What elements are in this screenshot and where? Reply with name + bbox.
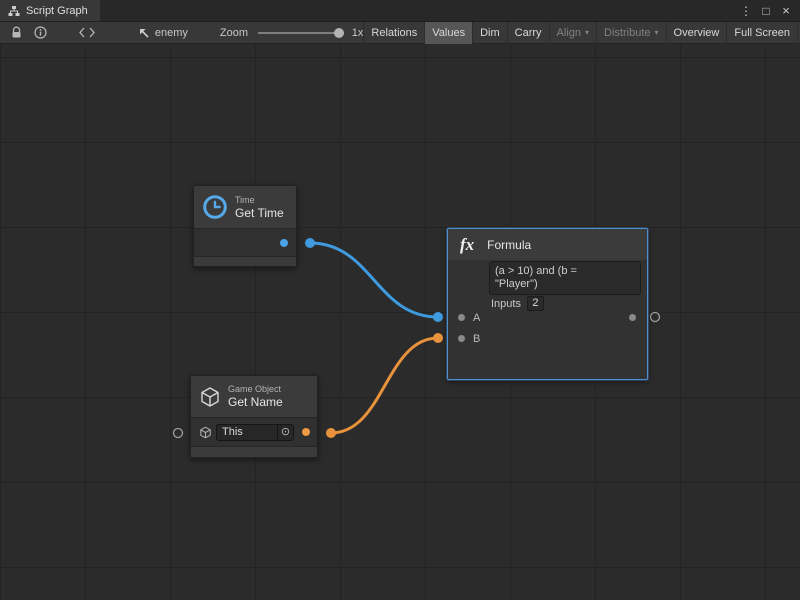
node-footer <box>191 446 317 457</box>
fx-icon: fx <box>456 235 474 255</box>
window-titlebar: Script Graph ⋮ □ × <box>0 0 800 22</box>
toolbar-button-overview[interactable]: Overview <box>666 22 727 44</box>
zoom-label: Zoom <box>220 27 248 39</box>
graph-breadcrumb[interactable]: enemy <box>138 27 188 39</box>
chevron-down-icon: ▾ <box>655 28 659 37</box>
graph-canvas[interactable]: Time Get Time fx Formula (a > 10) and (b… <box>0 44 800 600</box>
port-a-label: A <box>473 312 480 324</box>
gettime-output-port[interactable] <box>280 239 288 247</box>
formula-input-a-port[interactable] <box>458 314 465 321</box>
node-category: Time <box>235 195 284 206</box>
formula-expression-field[interactable]: (a > 10) and (b = "Player") <box>489 261 641 295</box>
node-title: Get Time <box>235 206 284 220</box>
node-get-name-body: This ⊙ <box>191 418 317 446</box>
wire-getname-to-formula-b[interactable] <box>331 338 438 433</box>
getname-target-cap[interactable] <box>174 429 183 438</box>
game-object-cube-icon <box>199 386 221 408</box>
zoom-slider-handle[interactable] <box>334 28 344 38</box>
formula-output-cap[interactable] <box>651 313 660 322</box>
script-graph-icon <box>8 5 20 17</box>
target-object-field[interactable]: This ⊙ <box>216 424 294 441</box>
window-controls: ⋮ □ × <box>738 0 800 21</box>
node-title: Formula <box>487 238 531 252</box>
window-close-icon[interactable]: × <box>778 1 794 21</box>
window-menu-icon[interactable]: ⋮ <box>738 1 754 21</box>
toolbar-button-dim[interactable]: Dim <box>472 22 507 44</box>
lock-icon[interactable] <box>8 22 26 44</box>
toolbar-button-group: Relations Values Dim Carry Align ▾ Distr… <box>363 22 798 44</box>
formula-inputs-row: Inputs 2 <box>491 296 544 311</box>
zoom-slider[interactable] <box>258 22 344 44</box>
node-formula[interactable]: fx Formula (a > 10) and (b = "Player") I… <box>447 228 648 380</box>
zoom-value: 1x <box>352 27 364 39</box>
node-footer <box>194 256 296 266</box>
toolbar-button-distribute[interactable]: Distribute ▾ <box>596 22 665 44</box>
toolbar-button-relations[interactable]: Relations <box>363 22 424 44</box>
tab-title: Script Graph <box>26 5 88 17</box>
toolbar-button-values[interactable]: Values <box>424 22 472 44</box>
graph-pointer-icon <box>138 27 150 39</box>
node-get-time-body <box>194 229 296 256</box>
node-formula-header: fx Formula <box>448 229 647 260</box>
toolbar-button-fullscreen[interactable]: Full Screen <box>726 22 798 44</box>
chevron-down-icon: ▾ <box>585 28 589 37</box>
getname-output-port[interactable] <box>302 428 310 436</box>
node-category: Game Object <box>228 384 283 395</box>
clock-icon <box>202 194 228 220</box>
node-get-name[interactable]: Game Object Get Name This ⊙ <box>190 375 318 458</box>
window-maximize-icon[interactable]: □ <box>758 1 774 21</box>
wires-layer <box>0 44 800 600</box>
formula-input-b-port[interactable] <box>458 335 465 342</box>
small-cube-icon <box>199 426 212 439</box>
script-graph-window: Script Graph ⋮ □ × <box>0 0 800 600</box>
target-object-value: This <box>217 425 277 440</box>
inputs-count-field[interactable]: 2 <box>527 296 544 311</box>
node-get-time-header: Time Get Time <box>194 186 296 229</box>
info-icon[interactable] <box>32 22 50 44</box>
graph-toolbar: enemy Zoom 1x Relations Values Dim Carry… <box>0 22 800 44</box>
wire-gettime-to-formula-a[interactable] <box>310 243 438 317</box>
object-picker-icon[interactable]: ⊙ <box>277 425 293 440</box>
toolbar-button-align[interactable]: Align ▾ <box>549 22 596 44</box>
zoom-slider-track <box>258 32 344 34</box>
node-get-name-header: Game Object Get Name <box>191 376 317 418</box>
tab-script-graph[interactable]: Script Graph <box>0 0 100 21</box>
code-icon[interactable] <box>76 22 98 44</box>
inputs-label: Inputs <box>491 298 521 310</box>
toolbar-button-carry[interactable]: Carry <box>507 22 549 44</box>
formula-output-port[interactable] <box>629 314 636 321</box>
port-b-label: B <box>473 333 480 345</box>
graph-name: enemy <box>155 27 188 39</box>
node-title: Get Name <box>228 395 283 409</box>
node-get-time[interactable]: Time Get Time <box>193 185 297 267</box>
